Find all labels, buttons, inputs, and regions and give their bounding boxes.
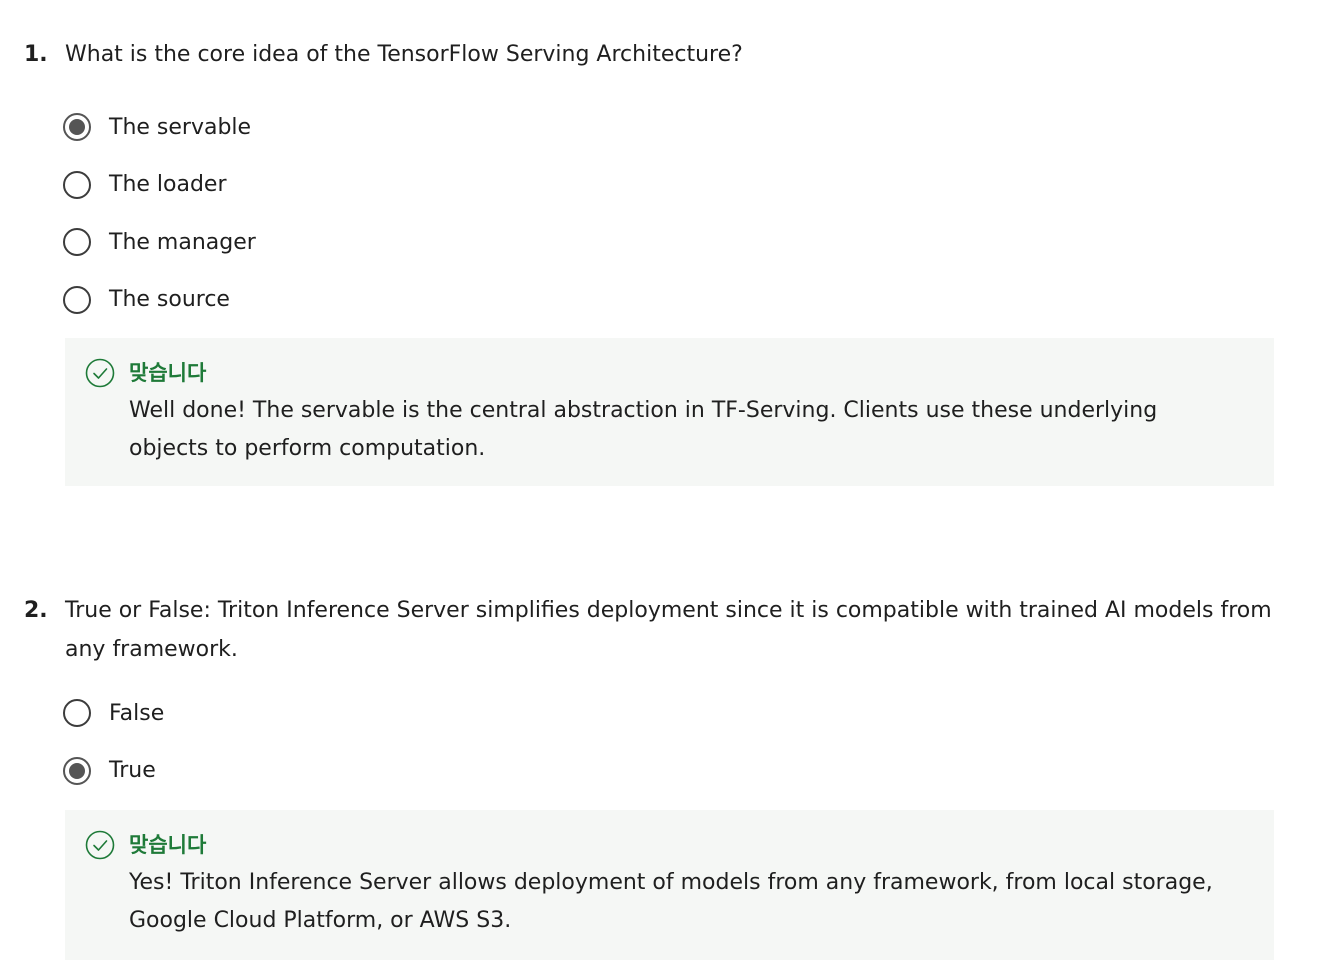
radio-unselected-icon[interactable]	[63, 228, 91, 256]
radio-unselected-icon[interactable]	[63, 285, 91, 314]
question-number: 1.	[24, 42, 48, 67]
option-label: The manager	[109, 229, 256, 255]
feedback-text: Well done! The servable is the central a…	[129, 398, 1158, 461]
radio-selected-icon[interactable]	[63, 113, 91, 141]
option-label: False	[109, 700, 165, 726]
radio-unselected-icon[interactable]	[63, 170, 91, 199]
feedback-title: 맞습니다	[129, 833, 207, 857]
question-number: 2.	[24, 598, 48, 623]
option-the-manager[interactable]: The manager	[63, 223, 256, 261]
option-the-loader[interactable]: The loader	[63, 166, 256, 204]
answer-options: The servable The loader The manager The …	[63, 108, 256, 338]
option-label: True	[109, 758, 156, 783]
option-the-source[interactable]: The source	[63, 281, 256, 319]
radio-selected-icon[interactable]	[63, 756, 91, 785]
feedback-title: 맞습니다	[129, 361, 207, 385]
question-text: What is the core idea of the TensorFlow …	[65, 42, 743, 67]
feedback-correct: 맞습니다 Well done! The servable is the cent…	[65, 338, 1274, 486]
option-the-servable[interactable]: The servable	[63, 108, 256, 146]
radio-unselected-icon[interactable]	[63, 699, 91, 727]
option-label: The source	[109, 287, 230, 312]
feedback-correct: 맞습니다 Yes! Triton Inference Server allows…	[65, 810, 1274, 960]
option-label: The servable	[109, 114, 252, 140]
question-text: True or False: Triton Inference Server s…	[65, 598, 1272, 662]
option-false[interactable]: False	[63, 694, 164, 732]
check-circle-icon	[85, 830, 115, 860]
feedback-text: Yes! Triton Inference Server allows depl…	[129, 870, 1213, 933]
check-circle-icon	[85, 358, 115, 388]
option-label: The loader	[109, 172, 227, 197]
answer-options: False True	[63, 694, 164, 809]
option-true[interactable]: True	[63, 752, 164, 790]
